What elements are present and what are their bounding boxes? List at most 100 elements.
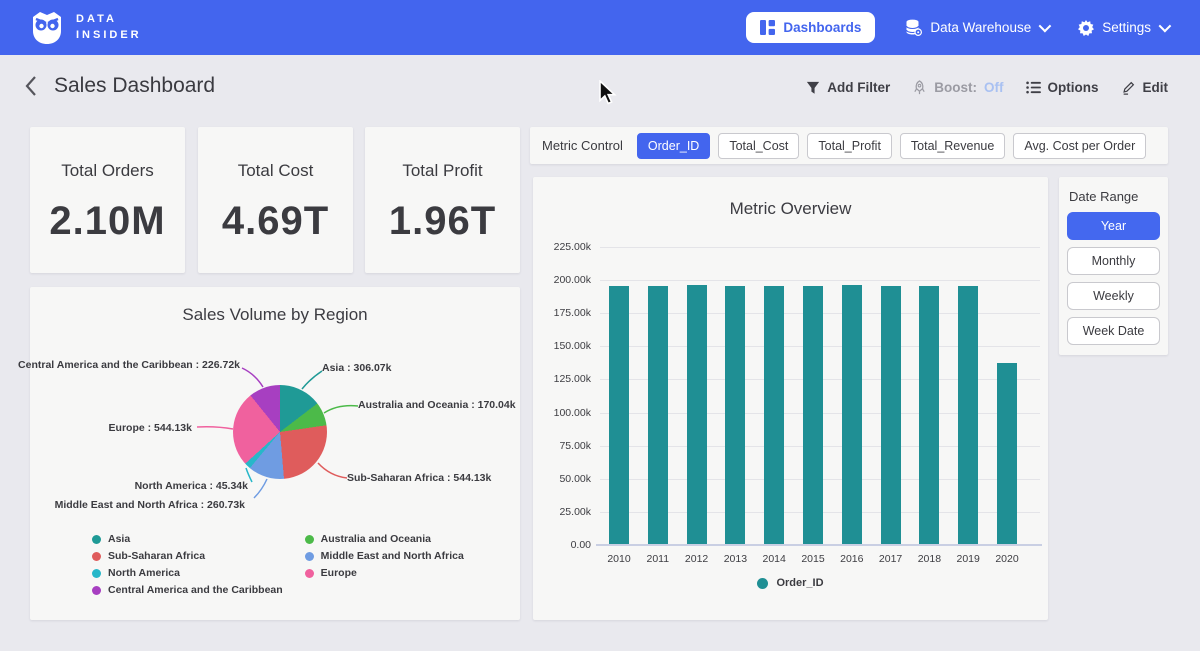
list-icon	[1026, 81, 1041, 94]
y-tick-label: 125.00k	[533, 373, 591, 385]
metric-button-total-cost[interactable]: Total_Cost	[718, 133, 799, 159]
metric-button-total-revenue[interactable]: Total_Revenue	[900, 133, 1005, 159]
legend-dot	[92, 552, 101, 561]
bar-2012[interactable]	[687, 285, 707, 545]
chevron-down-icon	[1159, 20, 1172, 33]
legend-dot	[92, 586, 101, 595]
legend-item-europe[interactable]: Europe	[305, 567, 464, 579]
bar-2011[interactable]	[648, 286, 668, 545]
gridline	[600, 280, 1040, 281]
settings-menu[interactable]: Settings	[1078, 20, 1168, 36]
legend-item-mena[interactable]: Middle East and North Africa	[305, 550, 464, 562]
y-tick-label: 50.00k	[533, 473, 591, 485]
legend-label: Asia	[108, 533, 130, 545]
bar-2013[interactable]	[725, 286, 745, 545]
pie-callout-mena: Middle East and North Africa : 260.73k	[55, 499, 245, 511]
kpi-value: 4.69T	[198, 199, 353, 244]
pie-callout-asia: Asia : 306.07k	[322, 362, 391, 374]
bar-plot-area	[600, 247, 1040, 545]
pie-callout-europe: Europe : 544.13k	[109, 422, 192, 434]
legend-dot	[92, 569, 101, 578]
x-tick-label: 2020	[987, 553, 1027, 565]
legend-label: North America	[108, 567, 180, 579]
legend-item-northamerica[interactable]: North America	[92, 567, 283, 579]
date-range-year-button[interactable]: Year	[1067, 212, 1160, 240]
page-title: Sales Dashboard	[54, 74, 215, 98]
bar-2020[interactable]	[997, 363, 1017, 545]
metric-button-total-profit[interactable]: Total_Profit	[807, 133, 892, 159]
x-tick-label: 2010	[599, 553, 639, 565]
options-button[interactable]: Options	[1026, 80, 1099, 95]
legend-item-subsaharan[interactable]: Sub-Saharan Africa	[92, 550, 283, 562]
y-tick-label: 100.00k	[533, 407, 591, 419]
x-tick-label: 2011	[638, 553, 678, 565]
add-filter-button[interactable]: Add Filter	[806, 80, 890, 95]
y-tick-label: 225.00k	[533, 241, 591, 253]
dashboards-label: Dashboards	[783, 20, 861, 35]
boost-state: Off	[984, 80, 1004, 95]
add-filter-label: Add Filter	[827, 80, 890, 95]
data-warehouse-label: Data Warehouse	[930, 20, 1031, 35]
brand[interactable]: DATA INSIDER	[28, 11, 142, 45]
owl-logo-icon	[28, 11, 66, 45]
pie-chart-card: Sales Volume by Region Asia : 306.07k Au…	[30, 287, 520, 620]
top-nav-bar: DATA INSIDER Dashboards	[0, 0, 1200, 55]
legend-label: Middle East and North Africa	[321, 550, 464, 562]
bar-2016[interactable]	[842, 285, 862, 545]
bar-chart-card: Metric Overview 0.0025.00k50.00k75.00k10…	[533, 177, 1048, 620]
legend-dot	[305, 552, 314, 561]
date-range-weekly-button[interactable]: Weekly	[1067, 282, 1160, 310]
legend-item-centralamerica[interactable]: Central America and the Caribbean	[92, 584, 283, 596]
bar-legend[interactable]: Order_ID	[533, 577, 1048, 589]
legend-dot	[305, 535, 314, 544]
gridline	[600, 247, 1040, 248]
pie-legend: Asia Sub-Saharan Africa North America Ce…	[92, 533, 464, 596]
x-tick-label: 2013	[715, 553, 755, 565]
y-tick-label: 175.00k	[533, 307, 591, 319]
edit-button[interactable]: Edit	[1121, 80, 1169, 95]
date-range-label: Date Range	[1069, 189, 1160, 204]
y-tick-label: 200.00k	[533, 274, 591, 286]
bar-2014[interactable]	[764, 286, 784, 545]
date-range-weekdate-button[interactable]: Week Date	[1067, 317, 1160, 345]
database-icon	[905, 19, 922, 36]
back-button[interactable]	[24, 75, 38, 97]
bar-chart-title: Metric Overview	[533, 199, 1048, 219]
x-axis-line	[596, 544, 1042, 546]
pie-circle[interactable]	[233, 385, 327, 479]
legend-item-australia[interactable]: Australia and Oceania	[305, 533, 464, 545]
bar-2010[interactable]	[609, 286, 629, 545]
bar-2018[interactable]	[919, 286, 939, 545]
options-label: Options	[1048, 80, 1099, 95]
metric-button-order-id[interactable]: Order_ID	[637, 133, 710, 159]
bar-2015[interactable]	[803, 286, 823, 545]
legend-item-asia[interactable]: Asia	[92, 533, 283, 545]
data-warehouse-menu[interactable]: Data Warehouse	[905, 19, 1048, 36]
pie-callout-subsaharan: Sub-Saharan Africa : 544.13k	[347, 472, 491, 484]
y-tick-label: 75.00k	[533, 440, 591, 452]
metric-control-label: Metric Control	[542, 138, 623, 153]
boost-toggle[interactable]: Boost: Off	[912, 80, 1003, 95]
kpi-label: Total Profit	[365, 161, 520, 181]
dashboards-button[interactable]: Dashboards	[746, 12, 875, 43]
metric-control-bar: Metric Control Order_ID Total_Cost Total…	[530, 127, 1168, 164]
edit-label: Edit	[1143, 80, 1169, 95]
legend-dot	[305, 569, 314, 578]
chevron-down-icon	[1039, 20, 1052, 33]
kpi-value: 1.96T	[365, 199, 520, 244]
x-tick-label: 2019	[948, 553, 988, 565]
date-range-monthly-button[interactable]: Monthly	[1067, 247, 1160, 275]
y-tick-label: 25.00k	[533, 506, 591, 518]
settings-label: Settings	[1102, 20, 1151, 35]
pencil-icon	[1121, 80, 1136, 95]
kpi-value: 2.10M	[30, 199, 185, 244]
bar-legend-label: Order_ID	[776, 577, 823, 589]
boost-label: Boost:	[934, 80, 977, 95]
legend-label: Sub-Saharan Africa	[108, 550, 205, 562]
x-tick-label: 2014	[754, 553, 794, 565]
metric-button-avg-cost[interactable]: Avg. Cost per Order	[1013, 133, 1146, 159]
bar-2019[interactable]	[958, 286, 978, 545]
kpi-card-total-cost: Total Cost 4.69T	[198, 127, 353, 273]
legend-dot	[757, 578, 768, 589]
bar-2017[interactable]	[881, 286, 901, 546]
